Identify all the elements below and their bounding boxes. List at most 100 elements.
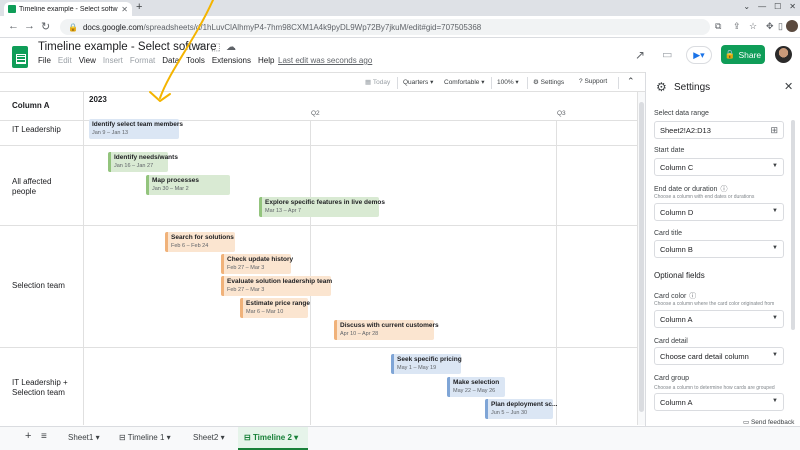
end-date-select[interactable]: Column D ▼ <box>654 203 784 221</box>
menu-item-extensions[interactable]: Extensions <box>212 56 251 65</box>
card-group-select[interactable]: Column A ▼ <box>654 393 784 411</box>
menu-item-file[interactable]: File <box>38 56 51 65</box>
menu-item-view[interactable]: View <box>79 56 96 65</box>
maximize-icon[interactable]: ☐ <box>774 2 781 11</box>
info-icon[interactable]: ⓘ <box>689 293 696 300</box>
timeline-card[interactable]: Check update history Feb 27 – Mar 3 <box>221 254 293 274</box>
timeline-card[interactable]: Make selection May 22 – May 26 <box>447 377 505 397</box>
extensions-icon[interactable]: ✥ <box>766 21 774 32</box>
activity-trend-icon[interactable]: ↗ <box>635 48 645 62</box>
minimize-icon[interactable]: — <box>758 2 766 11</box>
zoom-label: 100% <box>497 79 514 86</box>
star-icon[interactable]: ☆ <box>196 42 205 53</box>
card-color-select[interactable]: Column A ▼ <box>654 310 784 328</box>
row-divider <box>0 145 645 146</box>
timeline-view: Column A 2023 Q2 Q3 IT Leadership All af… <box>0 92 645 425</box>
send-feedback-link[interactable]: ▭ Send feedback <box>743 418 794 426</box>
share-page-icon[interactable]: ⇪ <box>733 21 741 32</box>
density-dropdown[interactable]: Comfortable ▾ <box>444 78 484 86</box>
timeline-card[interactable]: Seek specific pricing May 1 – May 19 <box>391 354 462 374</box>
sheet-tabs-bar: + ≡ Sheet1 ▾ ⊟ Timeline 1 ▾ Sheet2 ▾ ⊟ T… <box>0 426 800 450</box>
sheet-tab[interactable]: ⊟ Timeline 1 ▾ <box>119 433 171 442</box>
quarters-dropdown[interactable]: Quarters ▾ <box>403 78 433 86</box>
sheet-tab-active[interactable]: ⊟ Timeline 2 ▾ <box>244 433 298 442</box>
browser-profile-avatar[interactable] <box>786 20 798 32</box>
open-external-icon[interactable]: ⧉ <box>715 21 721 32</box>
menu-item-format[interactable]: Format <box>130 56 155 65</box>
data-range-input[interactable]: Sheet2!A2:D13 ⊞ <box>654 121 784 139</box>
all-sheets-icon[interactable]: ≡ <box>41 431 47 442</box>
close-window-icon[interactable]: ✕ <box>789 2 796 11</box>
timeline-scrollbar[interactable] <box>637 92 645 425</box>
card-title: Identify needs/wants <box>114 154 178 161</box>
close-icon[interactable]: ✕ <box>784 80 793 93</box>
timeline-card[interactable]: Identify select team members Jan 9 – Jan… <box>89 119 184 139</box>
back-icon[interactable]: ← <box>8 20 19 32</box>
card-title: Identify select team members <box>92 121 184 128</box>
comments-icon[interactable]: ▭ <box>662 48 672 61</box>
support-button-label: Support <box>584 78 608 85</box>
reload-icon[interactable]: ↻ <box>41 20 50 33</box>
end-date-value: Column D <box>660 208 694 217</box>
browser-tab[interactable]: Timeline example - Select softw ✕ <box>4 2 132 16</box>
card-title: Search for solutions <box>171 234 234 241</box>
density-label: Comfortable <box>444 79 480 86</box>
cloud-saved-icon[interactable]: ☁ <box>226 42 236 53</box>
timeline-card[interactable]: Explore specific features in live demos … <box>259 197 385 217</box>
menu-item-edit[interactable]: Edit <box>58 56 72 65</box>
today-button[interactable]: ▦ Today <box>365 78 390 86</box>
bookmark-star-icon[interactable]: ☆ <box>749 21 757 32</box>
timeline-card[interactable]: Map processes Jan 30 – Mar 2 <box>146 175 230 195</box>
move-folder-icon[interactable]: ⬚ <box>211 42 220 53</box>
new-tab-icon[interactable]: + <box>136 1 142 13</box>
sidebar-icon[interactable]: ▯ <box>778 21 783 32</box>
sheet-tab[interactable]: Sheet2 ▾ <box>193 433 225 442</box>
quarters-label: Quarters <box>403 79 429 86</box>
chevron-down-icon[interactable]: ⌄ <box>743 2 750 11</box>
row-label-divider <box>83 92 84 425</box>
year-label: 2023 <box>89 95 107 104</box>
start-date-value: Column C <box>660 163 694 172</box>
timeline-card[interactable]: Identify needs/wants Jan 16 – Jan 27 <box>108 152 178 172</box>
sheet-tab-label: Sheet2 <box>193 433 219 442</box>
card-detail-select[interactable]: Choose card detail column ▼ <box>654 347 784 365</box>
scrollbar-thumb[interactable] <box>791 120 795 330</box>
quarter-gridline <box>556 120 557 425</box>
settings-button[interactable]: ⚙ Settings <box>533 78 564 86</box>
menu-item-insert[interactable]: Insert <box>103 56 123 65</box>
url-bar[interactable]: 🔒 docs.google.com/spreadsheets/d/1hLuvCl… <box>60 19 710 35</box>
menu-item-tools[interactable]: Tools <box>186 56 205 65</box>
card-dates: Jan 9 – Jan 13 <box>92 130 129 136</box>
close-tab-icon[interactable]: ✕ <box>121 5 128 14</box>
start-date-select[interactable]: Column C ▼ <box>654 158 784 176</box>
card-title-select[interactable]: Column B ▼ <box>654 240 784 258</box>
end-date-hint: Choose a column with end dates or durati… <box>654 194 755 200</box>
user-avatar[interactable] <box>775 46 792 63</box>
dropdown-arrow-icon: ▼ <box>772 398 778 404</box>
document-title[interactable]: Timeline example - Select software <box>38 41 217 53</box>
sheets-logo-icon[interactable] <box>12 46 28 68</box>
window-controls: ⌄ — ☐ ✕ <box>743 2 796 11</box>
forward-icon[interactable]: → <box>24 20 35 32</box>
zoom-dropdown[interactable]: 100% ▾ <box>497 78 519 86</box>
timeline-card[interactable]: Evaluate solution leadership team Feb 27… <box>221 276 332 296</box>
add-sheet-icon[interactable]: + <box>25 430 31 442</box>
timeline-card[interactable]: Plan deployment sc... Jun 5 – Jun 30 <box>485 399 557 419</box>
share-button[interactable]: 🔒 Share <box>721 45 765 64</box>
timeline-card[interactable]: Search for solutions Feb 6 – Feb 24 <box>165 232 235 252</box>
timeline-card[interactable]: Discuss with current customers Apr 10 – … <box>334 320 439 340</box>
card-color-hint: Choose a column where the card color ori… <box>654 301 775 307</box>
info-icon[interactable]: ⓘ <box>720 186 727 193</box>
last-edit-link[interactable]: Last edit was seconds ago <box>278 56 372 65</box>
url-host: docs.google.com <box>82 22 144 32</box>
menu-item-help[interactable]: Help <box>258 56 274 65</box>
collapse-icon[interactable]: ⌃ <box>627 76 635 87</box>
menu-item-data[interactable]: Data <box>162 56 179 65</box>
select-range-icon[interactable]: ⊞ <box>770 125 778 136</box>
timeline-card[interactable]: Estimate price range Mar 6 – Mar 10 <box>240 298 310 318</box>
support-button[interactable]: ? Support <box>579 78 607 85</box>
scrollbar-thumb[interactable] <box>639 102 644 412</box>
meet-button[interactable]: ▶▾ <box>686 46 712 64</box>
sheet-tab[interactable]: Sheet1 ▾ <box>68 433 100 442</box>
settings-scrollbar[interactable] <box>790 100 796 420</box>
